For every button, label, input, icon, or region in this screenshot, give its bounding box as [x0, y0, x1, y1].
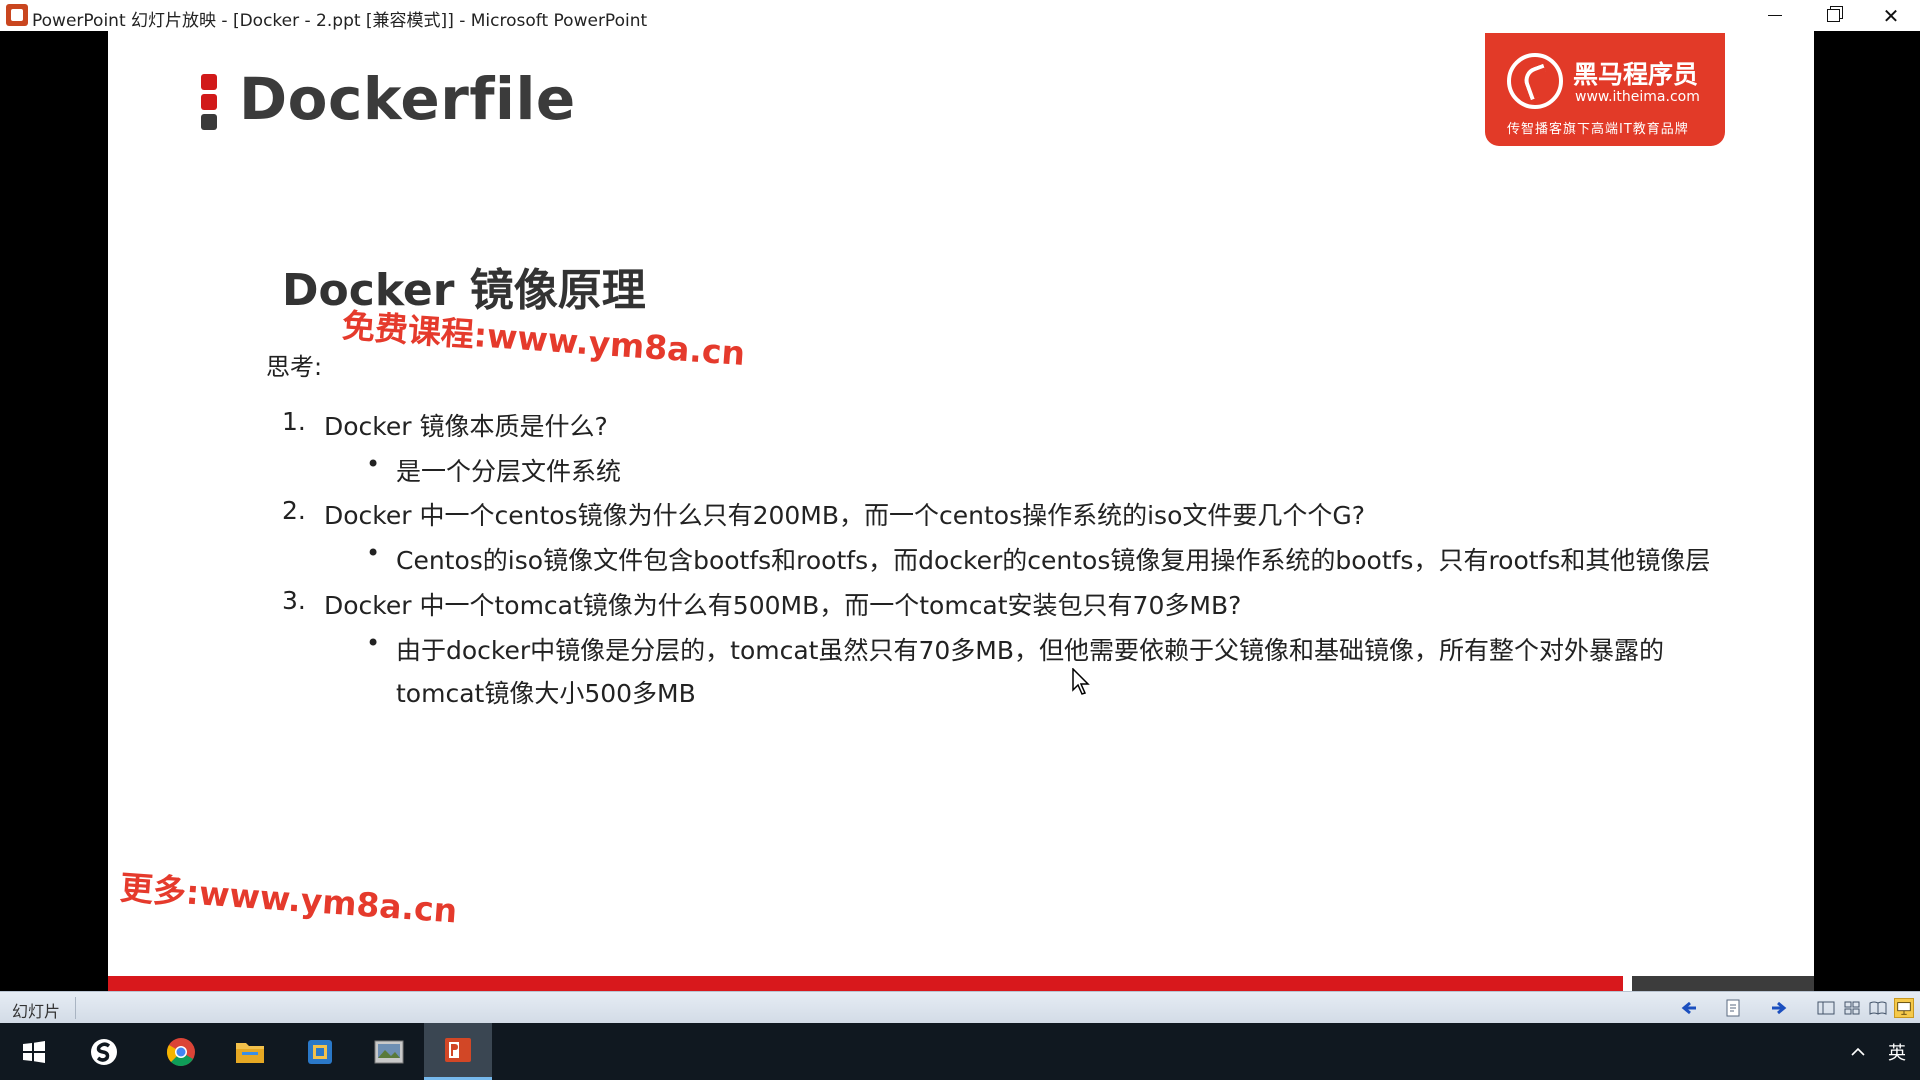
sogou-icon: [91, 1038, 117, 1065]
normal-view-icon: [1817, 1001, 1835, 1015]
grid-view-icon: [1844, 1001, 1860, 1015]
answer-text: tomcat镜像大小500多MB: [396, 679, 696, 708]
notes-button[interactable]: [1724, 998, 1744, 1018]
question-number: 2.: [282, 496, 306, 525]
powerpoint-app-icon[interactable]: [6, 4, 28, 26]
reading-view-button[interactable]: [1868, 998, 1888, 1018]
status-divider: [75, 997, 76, 1019]
question-number: 1.: [282, 407, 306, 436]
slide-canvas[interactable]: Dockerfile 黑马程序员 www.itheima.com 传智播客旗下高…: [108, 31, 1814, 991]
bullet-icon: •: [366, 539, 381, 567]
logo-tagline: 传智播客旗下高端IT教育品牌: [1507, 122, 1689, 137]
window-title: PowerPoint 幻灯片放映 - [Docker - 2.ppt [兼容模式…: [32, 11, 648, 31]
taskbar-app-chrome[interactable]: [147, 1023, 215, 1080]
chevron-up-icon: [1851, 1047, 1865, 1056]
status-bar: 幻灯片: [0, 991, 1920, 1024]
normal-view-button[interactable]: [1816, 998, 1836, 1018]
taskbar-app-powerpoint[interactable]: [424, 1023, 492, 1080]
slide-footer-accent: [1632, 976, 1814, 991]
question-text: Docker 镜像本质是什么?: [324, 412, 608, 441]
notes-icon: [1726, 999, 1740, 1017]
window-title-bar[interactable]: PowerPoint 幻灯片放映 - [Docker - 2.ppt [兼容模式…: [0, 0, 1920, 31]
bullet-icon: •: [366, 450, 381, 478]
horse-logo-icon: [1507, 53, 1563, 109]
bullet-icon: •: [366, 629, 381, 657]
slide-sorter-button[interactable]: [1842, 998, 1862, 1018]
book-icon: [1869, 1001, 1887, 1015]
taskbar-app-sogou[interactable]: [70, 1023, 138, 1080]
minimize-button[interactable]: [1746, 0, 1804, 31]
close-icon: ✕: [1882, 3, 1900, 28]
question-number: 3.: [282, 586, 306, 615]
taskbar-app-photo-viewer[interactable]: [355, 1023, 423, 1080]
previous-slide-button[interactable]: [1680, 998, 1700, 1018]
itheima-logo: 黑马程序员 www.itheima.com 传智播客旗下高端IT教育品牌: [1485, 33, 1725, 146]
show-hidden-icons-button[interactable]: [1850, 1041, 1866, 1062]
next-slide-button[interactable]: [1768, 998, 1788, 1018]
start-button[interactable]: [0, 1023, 68, 1080]
powerpoint-icon: [445, 1038, 471, 1062]
minimize-icon: [1768, 15, 1782, 16]
close-button[interactable]: ✕: [1862, 0, 1920, 31]
think-label: 思考:: [266, 353, 323, 381]
restore-button[interactable]: [1804, 0, 1862, 31]
input-method-indicator[interactable]: 英: [1888, 1039, 1906, 1065]
windows-logo-icon: [23, 1040, 45, 1063]
image-app-icon: [374, 1040, 404, 1063]
taskbar-app-file-explorer[interactable]: [216, 1023, 284, 1080]
answer-text: 由于docker中镜像是分层的，tomcat虽然只有70多MB，但他需要依赖于父…: [396, 636, 1665, 665]
watermark-bottom: 更多:www.ym8a.cn: [118, 867, 459, 931]
answer-text: 是一个分层文件系统: [396, 457, 622, 486]
logo-url: www.itheima.com: [1575, 89, 1700, 105]
logo-name: 黑马程序员: [1573, 60, 1699, 89]
system-tray: 英: [1850, 1023, 1920, 1080]
arrow-left-icon: [1681, 1001, 1696, 1015]
taskbar-app-virtualbox[interactable]: [286, 1023, 354, 1080]
folder-icon: [236, 1042, 264, 1063]
answer-text: Centos的iso镜像文件包含bootfs和rootfs，而docker的ce…: [396, 546, 1711, 575]
question-text: Docker 中一个centos镜像为什么只有200MB，而一个centos操作…: [324, 501, 1366, 530]
slide-title: Dockerfile: [239, 65, 576, 133]
slide-footer-bar: [108, 976, 1623, 991]
restore-icon: [1826, 9, 1840, 22]
chrome-icon: [167, 1037, 195, 1066]
slideshow-icon: [1897, 1002, 1911, 1015]
arrow-right-icon: [1772, 1001, 1787, 1015]
taskbar: 英: [0, 1023, 1920, 1080]
question-text: Docker 中一个tomcat镜像为什么有500MB，而一个tomcat安装包…: [324, 591, 1242, 620]
slideshow-view-button[interactable]: [1894, 998, 1914, 1018]
title-marker-icon: [201, 74, 217, 132]
cube-app-icon: [308, 1039, 332, 1064]
status-label: 幻灯片: [12, 1002, 61, 1021]
